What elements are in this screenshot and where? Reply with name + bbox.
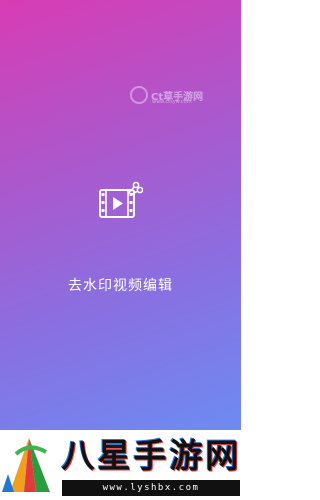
banner-url: www.lyshbx.com bbox=[62, 480, 240, 496]
banner-name-char: 八 bbox=[61, 436, 95, 475]
banner-name-char: 网 bbox=[205, 436, 239, 475]
site-banner: 八 星 手 游 网 www.lyshbx.com bbox=[0, 430, 241, 500]
splash-screen: Ct草手游网 www.ctsyw.com 去水印视频编辑 bbox=[0, 0, 241, 430]
banner-name-char: 星 bbox=[97, 436, 131, 475]
banner-name-char: 游 bbox=[169, 436, 203, 475]
watermark: Ct草手游网 www.ctsyw.com bbox=[130, 82, 225, 108]
banner-site-name: 八 星 手 游 网 bbox=[60, 436, 241, 476]
video-scissors-icon bbox=[99, 181, 143, 218]
watermark-subtext: www.ctsyw.com bbox=[152, 99, 192, 105]
splash-title: 去水印视频编辑 bbox=[68, 278, 173, 294]
colorful-tent-logo-icon bbox=[2, 438, 50, 492]
watermark-logo-icon bbox=[130, 86, 148, 104]
banner-name-char: 手 bbox=[133, 436, 167, 475]
